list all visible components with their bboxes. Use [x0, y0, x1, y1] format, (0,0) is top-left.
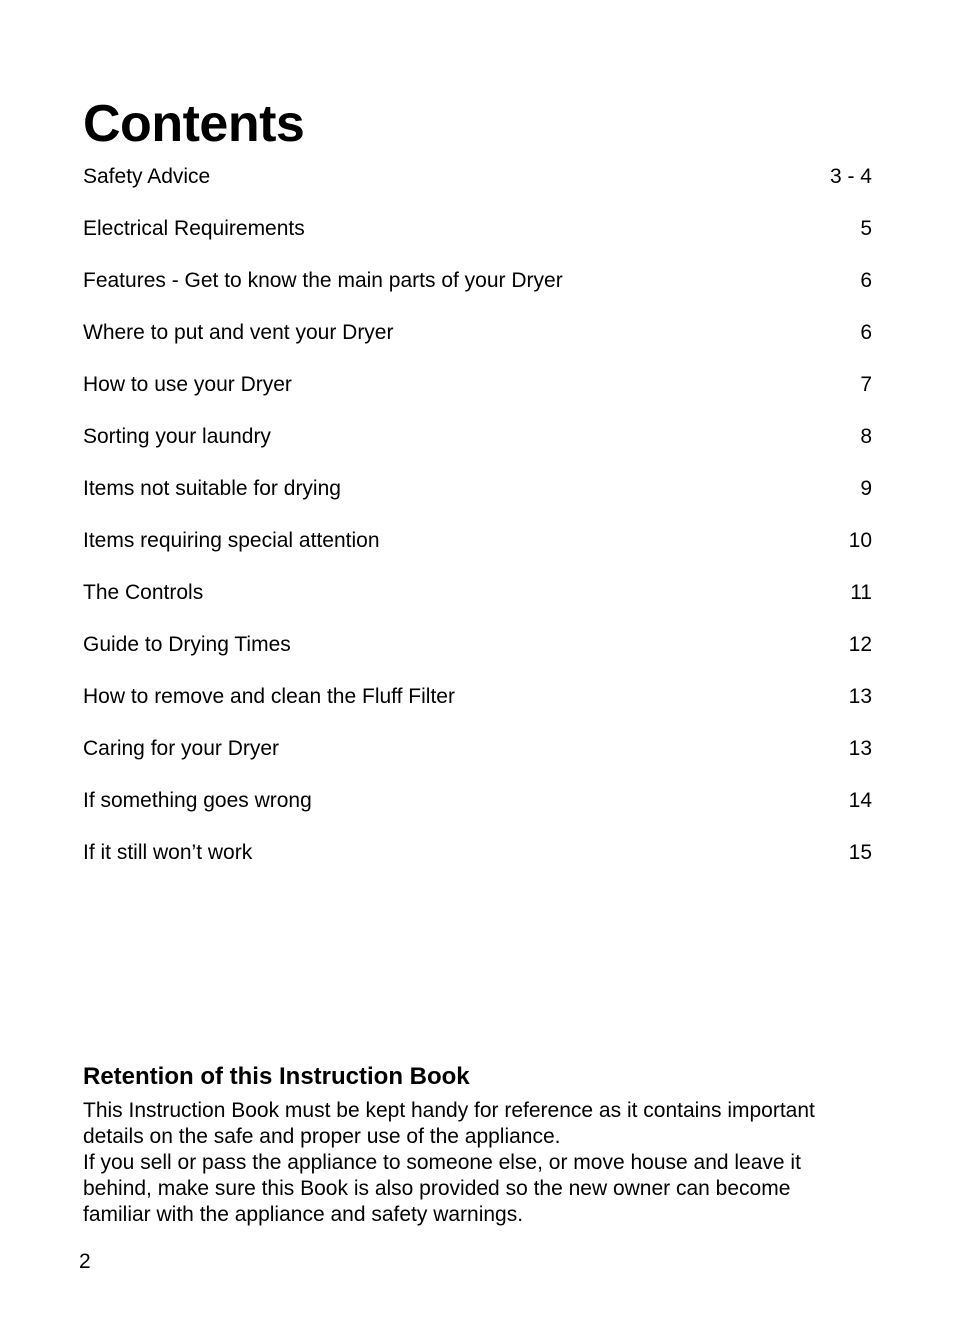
- toc-entry-label: Caring for your Dryer: [83, 737, 280, 760]
- retention-body-line: familiar with the appliance and safety w…: [83, 1203, 524, 1226]
- toc-entry-label: Features - Get to know the main parts of…: [83, 269, 563, 292]
- toc-entry-page: 6: [860, 321, 872, 344]
- toc-entry-page: 11: [850, 581, 872, 604]
- retention-body-line: behind, make sure this Book is also prov…: [83, 1177, 791, 1200]
- toc-entry-page: 8: [860, 425, 872, 448]
- retention-body-line: If you sell or pass the appliance to som…: [83, 1151, 801, 1174]
- retention-body-line: This Instruction Book must be kept handy…: [83, 1099, 815, 1122]
- toc-entry-label: Electrical Requirements: [83, 217, 305, 240]
- toc-entry[interactable]: Items requiring special attention 10: [83, 528, 872, 580]
- toc-entry-page: 7: [860, 373, 872, 396]
- retention-body: This Instruction Book must be kept handy…: [83, 1098, 883, 1228]
- toc-entry-label: Sorting your laundry: [83, 425, 271, 448]
- toc-entry[interactable]: Guide to Drying Times 12: [83, 632, 872, 684]
- toc-entry-label: Where to put and vent your Dryer: [83, 321, 394, 344]
- retention-body-line: details on the safe and proper use of th…: [83, 1125, 561, 1148]
- toc-entry-label: How to remove and clean the Fluff Filter: [83, 685, 455, 708]
- toc-entry-page: 13: [848, 685, 872, 708]
- toc-entry-label: Safety Advice: [83, 165, 211, 188]
- page-title: Contents: [83, 94, 305, 153]
- toc-entry-label: The Controls: [83, 581, 204, 604]
- toc-entry-label: If it still won’t work: [83, 841, 253, 864]
- toc-entry[interactable]: If it still won’t work 15: [83, 840, 872, 892]
- toc-entry-page: 15: [848, 841, 872, 864]
- toc-entry[interactable]: Safety Advice 3 - 4: [83, 164, 872, 216]
- toc-entry[interactable]: Electrical Requirements 5: [83, 216, 872, 268]
- toc-entry-page: 5: [860, 217, 872, 240]
- toc-entry-page: 10: [848, 529, 872, 552]
- toc-entry[interactable]: Where to put and vent your Dryer 6: [83, 320, 872, 372]
- toc-entry-page: 9: [860, 477, 872, 500]
- toc-entry-label: If something goes wrong: [83, 789, 312, 812]
- toc-entry[interactable]: How to use your Dryer 7: [83, 372, 872, 424]
- toc-entry[interactable]: How to remove and clean the Fluff Filter…: [83, 684, 872, 736]
- toc-entry-label: Guide to Drying Times: [83, 633, 291, 656]
- retention-section: Retention of this Instruction Book This …: [83, 1062, 883, 1228]
- toc-entry[interactable]: Caring for your Dryer 13: [83, 736, 872, 788]
- toc-entry[interactable]: The Controls 11: [83, 580, 872, 632]
- toc-entry-page: 13: [848, 737, 872, 760]
- toc-entry-page: 12: [848, 633, 872, 656]
- toc-entry[interactable]: Sorting your laundry 8: [83, 424, 872, 476]
- retention-heading: Retention of this Instruction Book: [83, 1063, 470, 1090]
- table-of-contents: Safety Advice 3 - 4 Electrical Requireme…: [83, 164, 872, 892]
- toc-entry-page: 3 - 4: [829, 165, 872, 188]
- toc-entry-page: 14: [848, 789, 872, 812]
- toc-entry-label: Items requiring special attention: [83, 529, 380, 552]
- toc-entry[interactable]: If something goes wrong 14: [83, 788, 872, 840]
- toc-entry-label: Items not suitable for drying: [83, 477, 341, 500]
- document-page: Contents Safety Advice 3 - 4 Electrical …: [0, 0, 954, 1336]
- toc-entry[interactable]: Features - Get to know the main parts of…: [83, 268, 872, 320]
- toc-entry[interactable]: Items not suitable for drying 9: [83, 476, 872, 528]
- toc-entry-label: How to use your Dryer: [83, 373, 292, 396]
- toc-entry-page: 6: [860, 269, 872, 292]
- page-number: 2: [79, 1250, 91, 1273]
